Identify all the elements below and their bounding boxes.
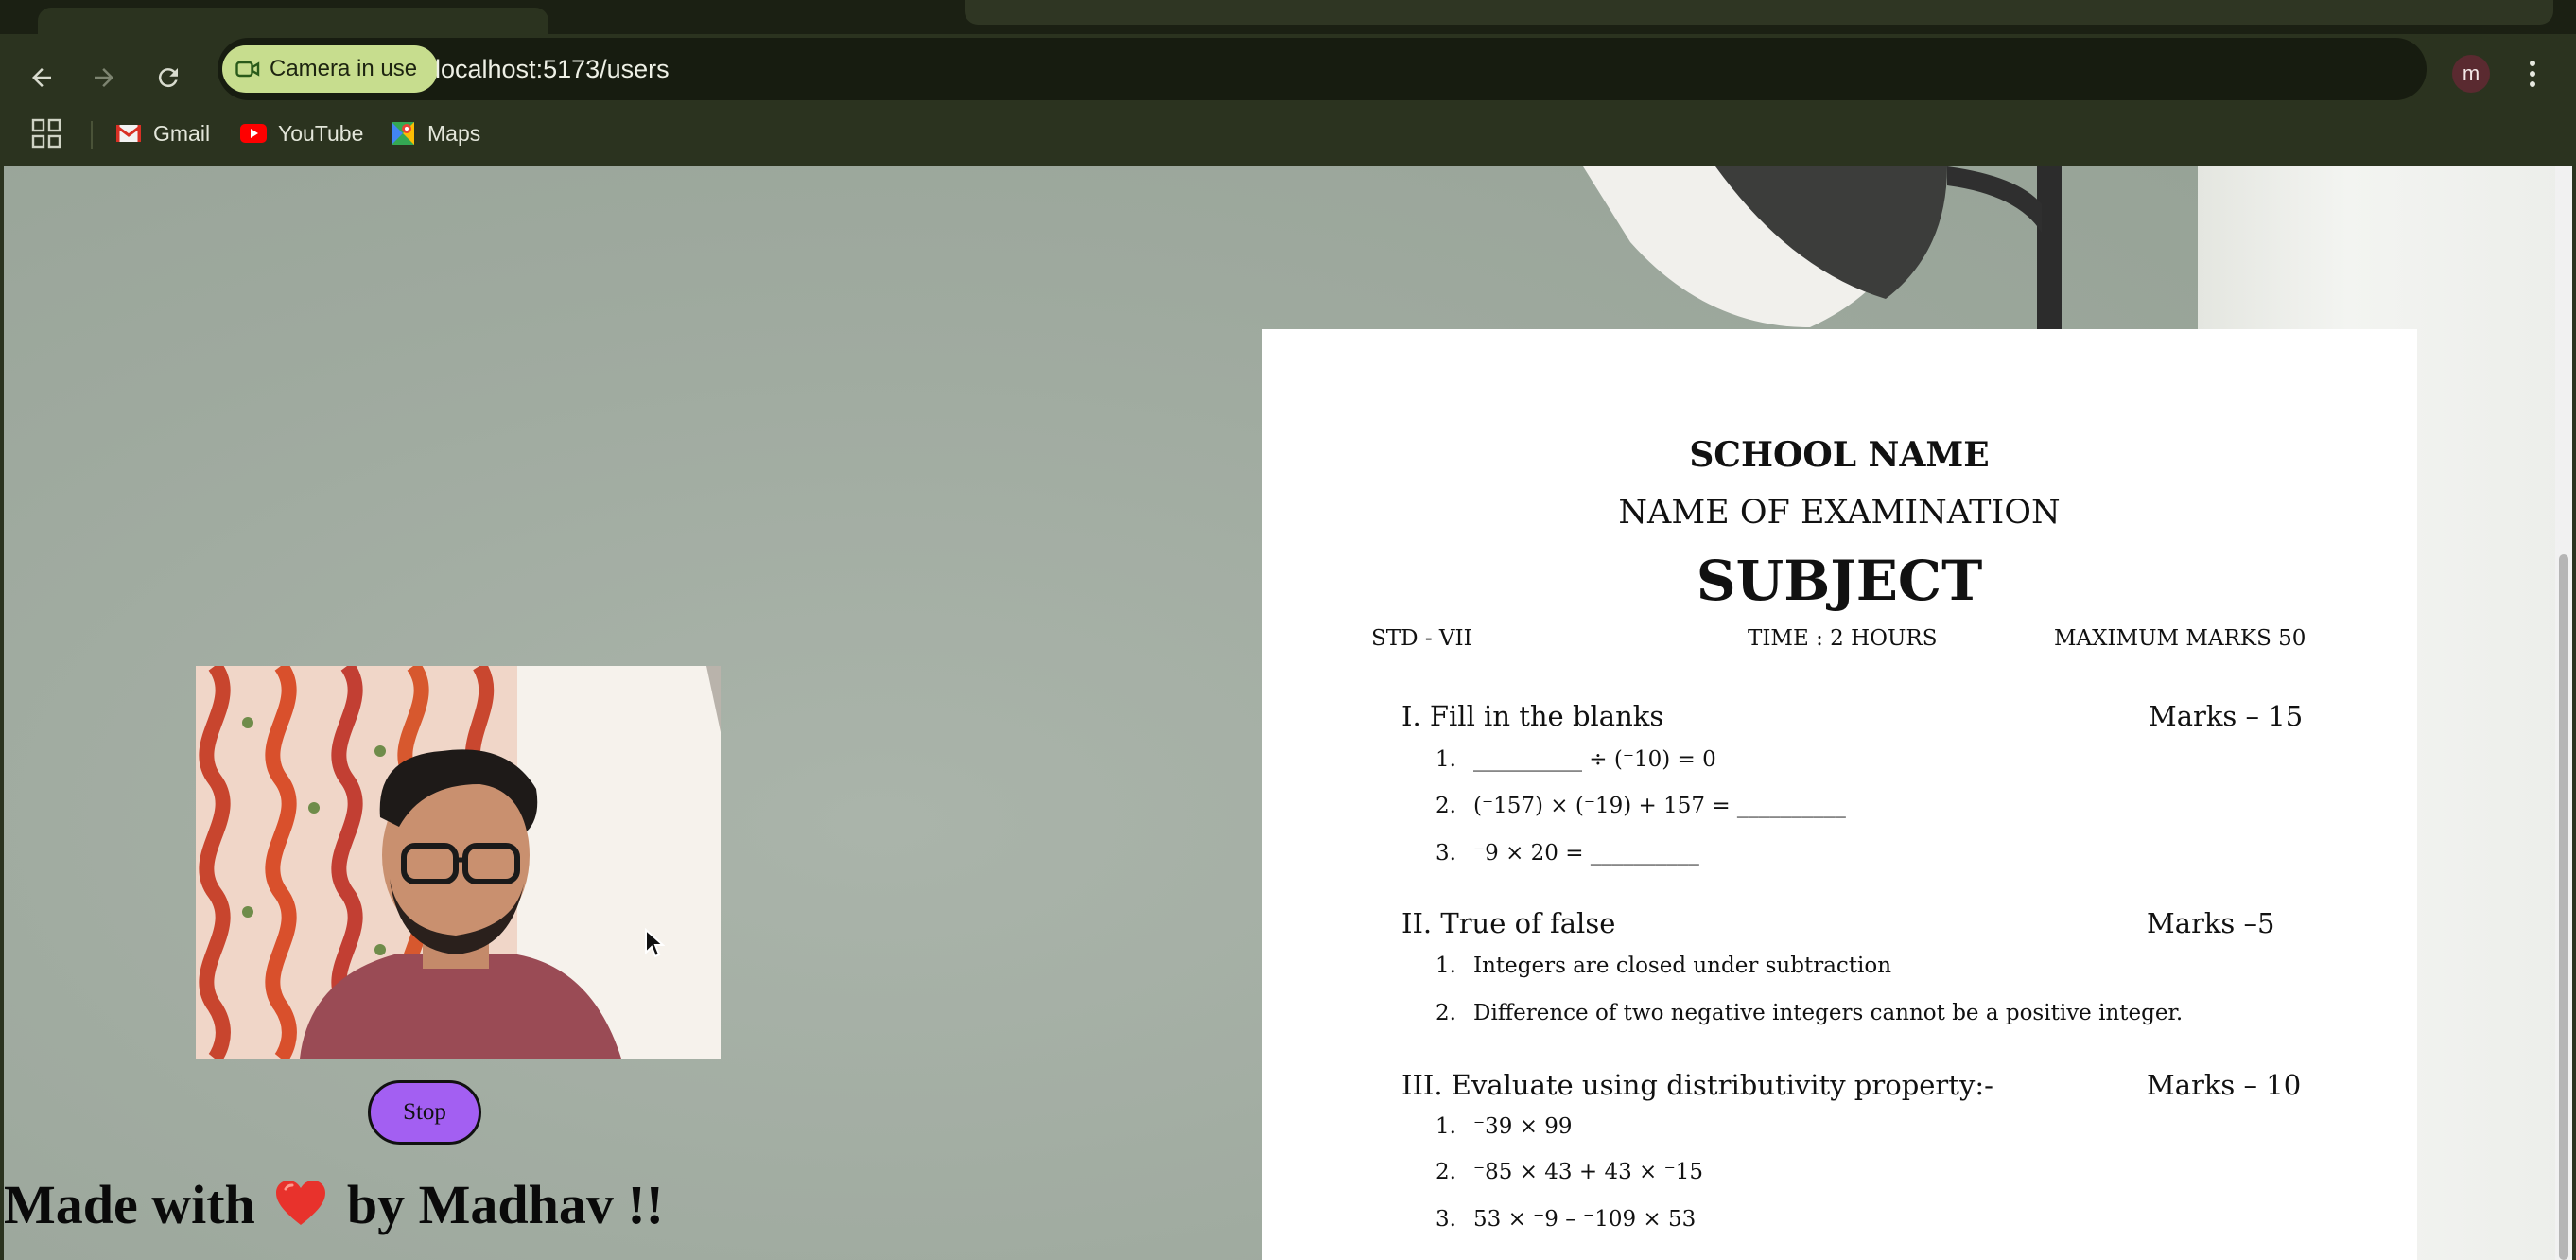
standard-label: STD - VII [1371,626,1472,651]
time-label: TIME : 2 HOURS [1748,626,1938,651]
back-button[interactable] [15,51,68,104]
address-bar[interactable]: Camera in use localhost:5173/users [218,38,2427,100]
question-item: 3. ⁻9 × 20 = __________ [1436,841,1699,866]
school-name: SCHOOL NAME [1689,435,1990,475]
lamp-background-image [1583,166,2062,329]
exam-paper: SCHOOL NAME NAME OF EXAMINATION SUBJECT … [1262,329,2417,1260]
mouse-cursor-icon [645,928,665,958]
profile-avatar[interactable]: m [2452,55,2490,93]
footer-text-after: by Madhav !! [346,1174,664,1235]
youtube-icon [240,123,267,144]
question-item: 2. ⁻85 × 43 + 43 × ⁻15 [1436,1160,1704,1184]
footer-credit: Made with by Madhav !! [4,1173,664,1240]
section-marks: Marks – 10 [2147,1069,2302,1101]
forward-arrow-icon [95,68,113,87]
maps-icon [390,122,416,145]
tab-strip [0,0,2576,34]
forward-button[interactable] [78,51,131,104]
section-title: II. True of false [1401,907,1616,939]
question-item: 1. ⁻39 × 99 [1436,1114,1573,1139]
section-title: I. Fill in the blanks [1401,700,1664,732]
bookmark-youtube[interactable]: YouTube [240,115,363,151]
question-item: 2. (⁻157) × (⁻19) + 157 = __________ [1436,794,1846,818]
bookmark-label: YouTube [278,120,364,146]
bookmarks-bar: Gmail YouTube Maps [0,100,2576,166]
subject-title: SUBJECT [1696,549,1983,613]
reload-icon [158,68,178,88]
question-item: 2. Difference of two negative integers ca… [1436,1001,2184,1025]
page-viewport: Stop Made with by Madhav !! SCHOOL NAME … [4,166,2572,1260]
camera-icon [235,61,260,78]
back-arrow-icon [32,68,51,87]
stop-button[interactable]: Stop [368,1080,481,1145]
page-scrollbar[interactable] [2555,166,2572,1260]
footer-text-before: Made with [4,1174,255,1235]
section-marks: Marks –5 [2147,907,2275,939]
bookmark-label: Maps [427,120,481,146]
question-item: 1. Integers are closed under subtraction [1436,954,1892,978]
apps-grid-icon[interactable] [30,117,62,149]
bookmark-label: Gmail [153,120,211,146]
question-item: 1. __________ ÷ (⁻10) = 0 [1436,747,1716,772]
exam-name: NAME OF EXAMINATION [1618,494,2061,532]
kebab-menu-icon [2530,61,2535,87]
tab-active[interactable] [38,8,548,34]
reload-button[interactable] [142,51,195,104]
tab-inactive[interactable] [965,0,2553,25]
section-title: III. Evaluate using distributivity prope… [1401,1069,1993,1101]
camera-in-use-chip[interactable]: Camera in use [222,45,439,93]
browser-menu-button[interactable] [2515,51,2550,96]
webcam-video-feed [196,666,721,1059]
bookmark-gmail[interactable]: Gmail [115,115,210,151]
bookmark-star-button[interactable] [2570,47,2576,93]
scrollbar-thumb[interactable] [2559,554,2568,1260]
bookmark-maps[interactable]: Maps [390,115,480,151]
webcam-frame [196,666,721,1059]
max-marks-label: MAXIMUM MARKS 50 [2054,626,2306,651]
heart-icon [274,1177,327,1240]
question-item: 3. 53 × ⁻9 – ⁻109 × 53 [1436,1207,1697,1232]
gmail-icon [115,123,142,144]
section-marks: Marks – 15 [2149,700,2304,732]
camera-chip-label: Camera in use [270,56,418,81]
url-text[interactable]: localhost:5173/users [435,51,670,87]
bookmarks-separator [91,121,93,149]
